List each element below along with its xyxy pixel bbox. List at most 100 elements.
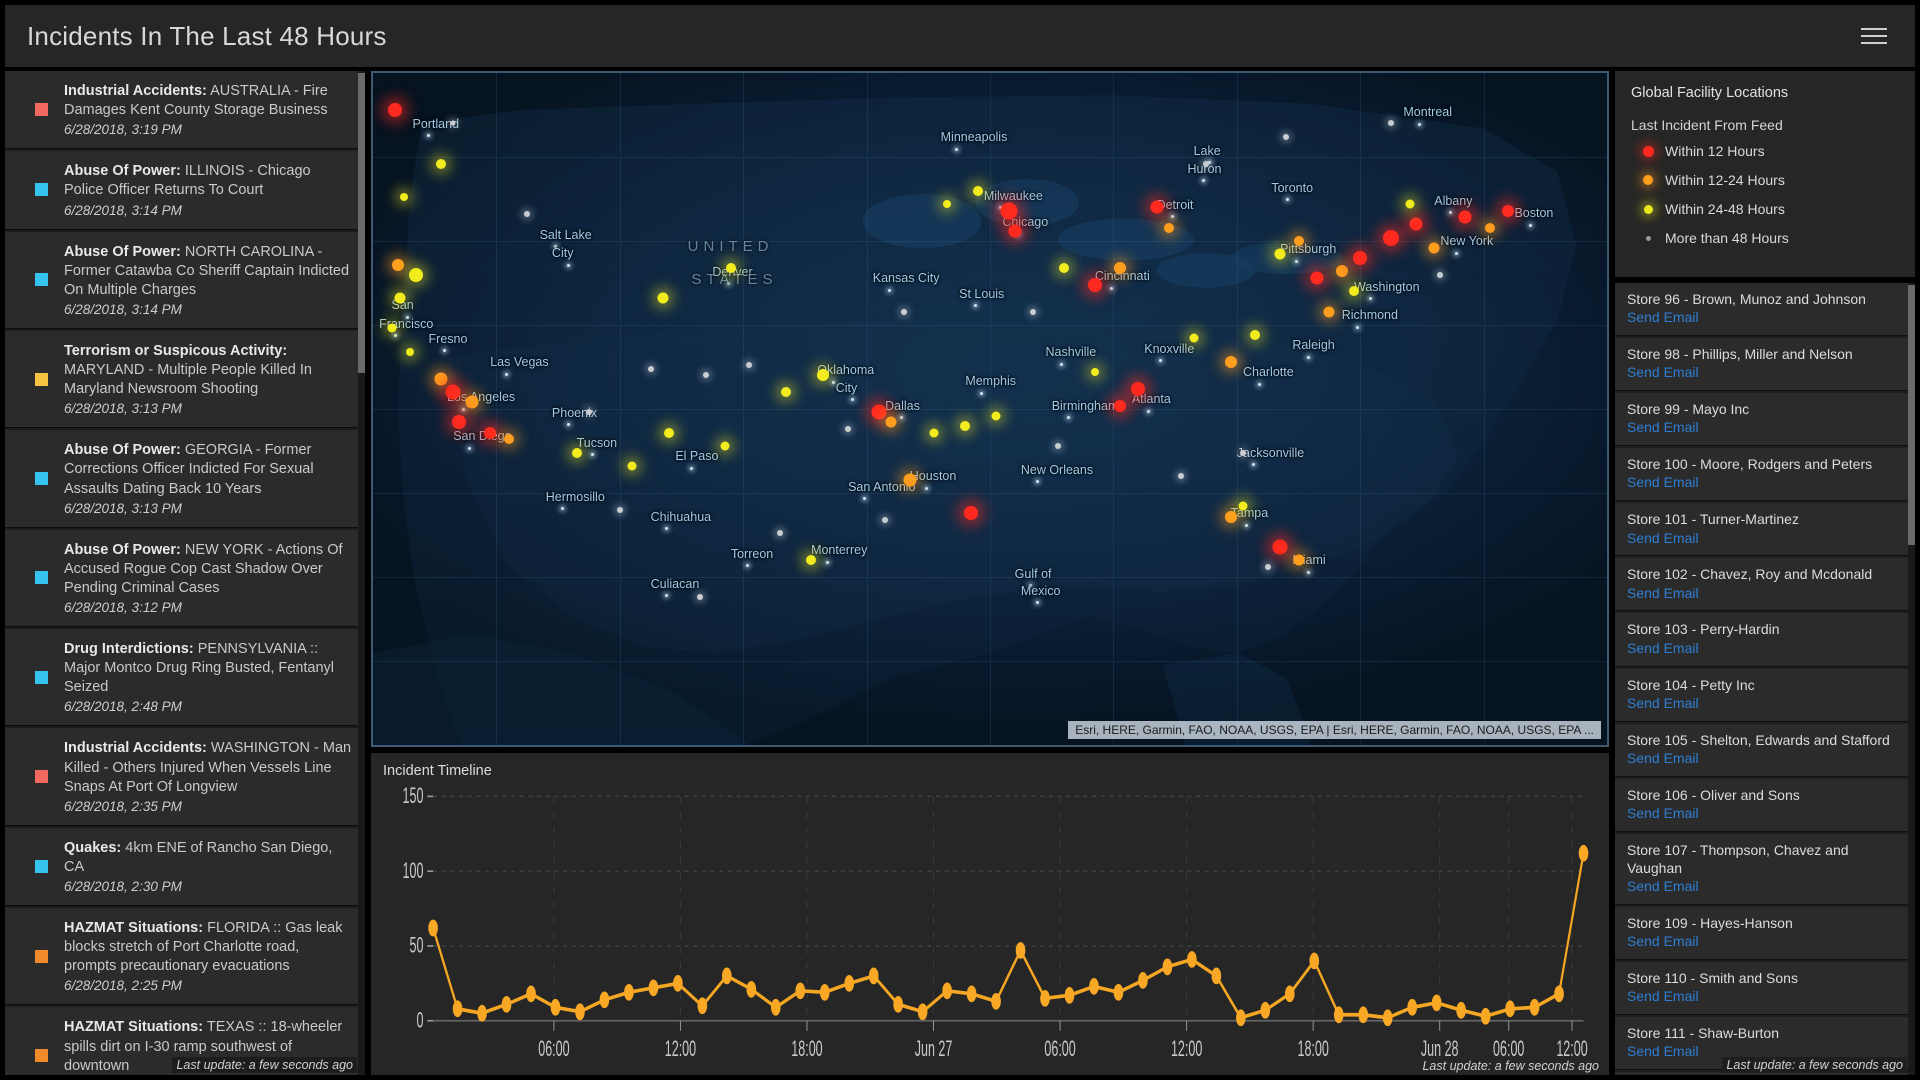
map-incident-marker[interactable] bbox=[391, 258, 404, 271]
chart-data-point[interactable] bbox=[991, 992, 1001, 1010]
store-list-item[interactable]: Store 104 - Petty Inc Send Email bbox=[1615, 668, 1915, 722]
chart-data-point[interactable] bbox=[819, 983, 830, 1001]
send-email-link[interactable]: Send Email bbox=[1627, 877, 1903, 896]
map-incident-marker[interactable] bbox=[845, 426, 852, 433]
map-incident-marker[interactable] bbox=[703, 372, 710, 379]
send-email-link[interactable]: Send Email bbox=[1627, 529, 1903, 548]
map-incident-marker[interactable] bbox=[452, 415, 467, 430]
chart-data-point[interactable] bbox=[844, 975, 855, 992]
incident-feed-item[interactable]: Industrial Accidents: AUSTRALIA - Fire D… bbox=[5, 71, 365, 150]
map-incident-marker[interactable] bbox=[399, 193, 408, 202]
map-incident-marker[interactable] bbox=[964, 506, 979, 521]
map-incident-marker[interactable] bbox=[725, 262, 736, 273]
chart-data-point[interactable] bbox=[966, 985, 977, 1003]
chart-data-point[interactable] bbox=[1015, 942, 1026, 959]
chart-data-point[interactable] bbox=[526, 985, 536, 1003]
map-incident-marker[interactable] bbox=[465, 395, 479, 409]
incident-feed-item[interactable]: Abuse Of Power: NORTH CAROLINA - Former … bbox=[5, 231, 365, 329]
map-incident-marker[interactable] bbox=[1428, 242, 1440, 254]
map-incident-marker[interactable] bbox=[1224, 510, 1237, 523]
map-incident-marker[interactable] bbox=[1502, 204, 1515, 217]
map-incident-marker[interactable] bbox=[903, 473, 917, 487]
chart-data-point[interactable] bbox=[1456, 1001, 1466, 1019]
map-incident-marker[interactable] bbox=[387, 323, 396, 333]
chart-data-point[interactable] bbox=[1284, 985, 1295, 1003]
map-incident-marker[interactable] bbox=[746, 362, 753, 369]
map-incident-marker[interactable] bbox=[882, 516, 889, 523]
chart-data-point[interactable] bbox=[1260, 1001, 1271, 1019]
map-incident-marker[interactable] bbox=[942, 200, 951, 209]
map-incident-marker[interactable] bbox=[1202, 160, 1209, 167]
chart-data-point[interactable] bbox=[1407, 998, 1417, 1016]
send-email-link[interactable]: Send Email bbox=[1627, 987, 1903, 1006]
chart-data-point[interactable] bbox=[868, 967, 879, 985]
store-list-item[interactable]: Store 98 - Phillips, Miller and Nelson Se… bbox=[1615, 338, 1915, 392]
map-incident-marker[interactable] bbox=[1250, 330, 1261, 341]
send-email-link[interactable]: Send Email bbox=[1627, 932, 1903, 951]
map-incident-marker[interactable] bbox=[1272, 539, 1288, 555]
map-incident-marker[interactable] bbox=[1310, 271, 1324, 285]
chart-data-point[interactable] bbox=[697, 997, 708, 1015]
chart-data-point[interactable] bbox=[1162, 958, 1173, 976]
map-incident-marker[interactable] bbox=[1353, 250, 1368, 265]
map-incident-marker[interactable] bbox=[817, 369, 830, 382]
map-incident-marker[interactable] bbox=[1054, 442, 1061, 449]
map-incident-marker[interactable] bbox=[1293, 554, 1304, 566]
map-incident-marker[interactable] bbox=[900, 308, 907, 315]
chart-data-point[interactable] bbox=[1309, 952, 1320, 970]
send-email-link[interactable]: Send Email bbox=[1627, 308, 1903, 327]
map-incident-marker[interactable] bbox=[657, 292, 669, 304]
chart-data-point[interactable] bbox=[599, 991, 610, 1009]
chart-data-point[interactable] bbox=[648, 979, 659, 997]
map-incident-marker[interactable] bbox=[434, 372, 448, 386]
chart-data-point[interactable] bbox=[477, 1004, 487, 1022]
map-incident-marker[interactable] bbox=[1383, 229, 1400, 246]
map-incident-marker[interactable] bbox=[972, 185, 983, 196]
map-incident-marker[interactable] bbox=[484, 426, 497, 439]
chart-data-point[interactable] bbox=[575, 1003, 585, 1021]
store-list-item[interactable]: Store 103 - Perry-Hardin Send Email bbox=[1615, 613, 1915, 667]
map-incident-marker[interactable] bbox=[1405, 199, 1415, 209]
map-incident-marker[interactable] bbox=[1349, 286, 1360, 297]
send-email-link[interactable]: Send Email bbox=[1627, 584, 1903, 603]
chart-data-point[interactable] bbox=[1113, 983, 1124, 1001]
send-email-link[interactable]: Send Email bbox=[1627, 694, 1903, 713]
map-incident-marker[interactable] bbox=[885, 416, 897, 428]
map-incident-marker[interactable] bbox=[1335, 265, 1348, 278]
send-email-link[interactable]: Send Email bbox=[1627, 804, 1903, 823]
chart-data-point[interactable] bbox=[1211, 967, 1222, 985]
chart-data-point[interactable] bbox=[1505, 1000, 1515, 1018]
store-list-item[interactable]: Store 101 - Turner-Martinez Send Email bbox=[1615, 503, 1915, 557]
map-incident-marker[interactable] bbox=[697, 594, 703, 601]
map-incident-marker[interactable] bbox=[960, 420, 971, 431]
map-incident-marker[interactable] bbox=[1178, 473, 1185, 480]
map-incident-marker[interactable] bbox=[664, 427, 675, 438]
chart-data-point[interactable] bbox=[917, 1003, 928, 1021]
map-incident-marker[interactable] bbox=[1059, 262, 1070, 273]
map-incident-marker[interactable] bbox=[406, 347, 415, 356]
chart-data-point[interactable] bbox=[428, 919, 438, 937]
chart-data-point[interactable] bbox=[795, 982, 806, 1000]
incident-feed-item[interactable]: Drug Interdictions: PENNSYLVANIA :: Majo… bbox=[5, 629, 365, 727]
map-incident-marker[interactable] bbox=[1131, 381, 1146, 396]
map-incident-marker[interactable] bbox=[1323, 306, 1335, 318]
map-incident-marker[interactable] bbox=[1150, 200, 1164, 214]
map-incident-marker[interactable] bbox=[627, 461, 637, 471]
incident-feed-item[interactable]: Abuse Of Power: NEW YORK - Actions Of Ac… bbox=[5, 529, 365, 627]
chart-data-point[interactable] bbox=[770, 998, 781, 1016]
incident-feed-item[interactable]: Quakes: 4km ENE of Rancho San Diego, CA 6… bbox=[5, 827, 365, 906]
map-incident-marker[interactable] bbox=[435, 158, 446, 169]
chart-data-point[interactable] bbox=[1480, 1007, 1491, 1025]
map-incident-marker[interactable] bbox=[1458, 210, 1472, 224]
map-incident-marker[interactable] bbox=[394, 292, 406, 304]
map-incident-marker[interactable] bbox=[409, 267, 424, 282]
chart-data-point[interactable] bbox=[673, 975, 683, 992]
chart-data-point[interactable] bbox=[1236, 1009, 1246, 1027]
map-incident-marker[interactable] bbox=[806, 555, 817, 566]
map-incident-marker[interactable] bbox=[1484, 222, 1495, 233]
chart-data-point[interactable] bbox=[1333, 1006, 1344, 1024]
store-list-item[interactable]: Store 99 - Mayo Inc Send Email bbox=[1615, 393, 1915, 447]
send-email-link[interactable]: Send Email bbox=[1627, 749, 1903, 768]
map-incident-marker[interactable] bbox=[1409, 217, 1423, 231]
chart-data-point[interactable] bbox=[1089, 977, 1099, 995]
